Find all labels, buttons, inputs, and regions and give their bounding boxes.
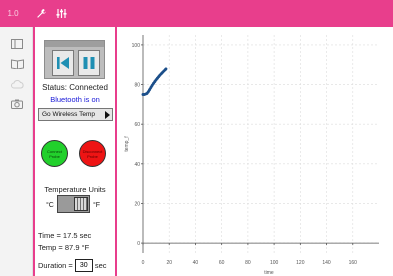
temp-readout: Temp = 87.9 °F xyxy=(38,243,90,252)
y-tick-label: 0 xyxy=(137,241,140,247)
cloud-icon[interactable] xyxy=(9,77,25,91)
connection-status: Status: Connected xyxy=(42,83,108,92)
y-tick-label: 40 xyxy=(134,162,140,168)
left-sidebar xyxy=(0,27,33,276)
disconnect-probe-label: Disconnect Probe xyxy=(82,148,103,159)
duration-row: Duration = sec xyxy=(38,259,106,272)
reset-button[interactable] xyxy=(52,50,74,76)
x-tick-label: 0 xyxy=(142,260,145,266)
unit-celsius-label: °C xyxy=(46,202,54,209)
book-icon[interactable] xyxy=(9,57,25,71)
x-tick-label: 140 xyxy=(322,260,331,266)
sliders-icon[interactable] xyxy=(53,0,69,27)
x-tick-label: 100 xyxy=(270,260,279,266)
x-axis-label: time xyxy=(264,270,274,276)
x-tick-label: 60 xyxy=(219,260,225,266)
y-tick-label: 100 xyxy=(132,43,141,49)
time-readout: Time = 17.5 sec xyxy=(38,231,92,240)
pause-icon xyxy=(83,57,95,69)
units-label: Temperature Units xyxy=(44,185,106,194)
duration-input[interactable] xyxy=(74,259,93,272)
x-tick-label: 20 xyxy=(166,260,172,266)
y-tick-label: 80 xyxy=(134,83,140,89)
top-toolbar: 1.0 xyxy=(0,0,393,27)
duration-unit: sec xyxy=(94,261,107,270)
skip-back-icon xyxy=(57,57,69,69)
y-axis-label: temp_f xyxy=(124,136,130,152)
y-tick-label: 20 xyxy=(134,201,140,207)
chevron-right-icon xyxy=(105,111,110,119)
toggle-knob[interactable] xyxy=(74,197,88,211)
bluetooth-status: Bluetooth is on xyxy=(50,95,100,104)
x-tick-label: 160 xyxy=(349,260,358,266)
x-tick-label: 80 xyxy=(245,260,251,266)
x-tick-label: 120 xyxy=(296,260,305,266)
temperature-graph[interactable]: 0 20 40 60 80 100 0 20 40 60 80 100 120 140 160 time tem… xyxy=(117,27,393,276)
data-point xyxy=(164,67,168,71)
sensor-dropdown[interactable]: Go Wireless Temp xyxy=(38,108,113,121)
connect-probe-label: Connect Probe xyxy=(47,148,62,159)
media-header-strip xyxy=(45,41,104,47)
units-toggle[interactable] xyxy=(57,195,90,213)
sensor-dropdown-value: Go Wireless Temp xyxy=(42,111,95,118)
connect-probe-button[interactable]: Connect Probe xyxy=(41,140,68,167)
x-tick-label: 40 xyxy=(193,260,199,266)
media-controls xyxy=(44,40,105,79)
disconnect-probe-button[interactable]: Disconnect Probe xyxy=(79,140,106,167)
y-tick-label: 60 xyxy=(134,122,140,128)
sensor-control-panel: Status: Connected Bluetooth is on Go Wir… xyxy=(33,27,117,276)
panel-toggle-icon[interactable] xyxy=(9,37,25,51)
camera-icon[interactable] xyxy=(9,97,25,111)
duration-label: Duration = xyxy=(38,261,73,270)
app-logo-icon: 1.0 xyxy=(7,9,19,18)
pause-button[interactable] xyxy=(78,50,100,76)
wrench-icon[interactable] xyxy=(33,0,49,27)
unit-fahrenheit-label: °F xyxy=(93,202,101,209)
